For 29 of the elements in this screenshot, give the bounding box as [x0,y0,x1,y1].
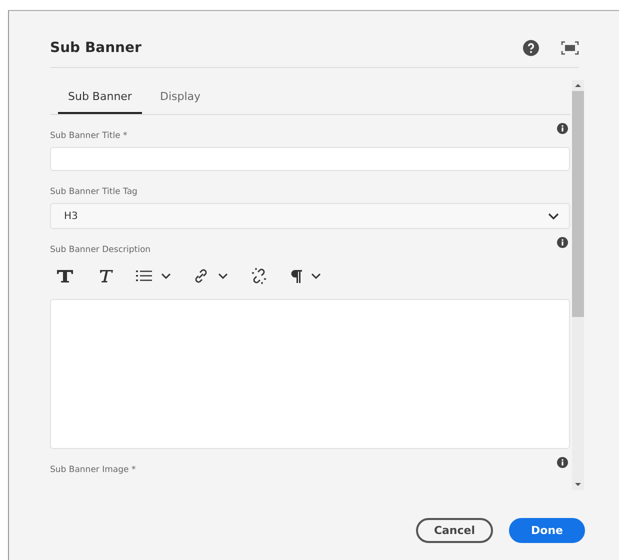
done-button[interactable]: Done [509,518,585,543]
scrollbar-thumb[interactable] [572,91,584,317]
paragraph-icon[interactable] [290,268,302,284]
field-label: Sub Banner Title Tag [50,187,138,197]
chevron-down-icon[interactable] [311,272,321,280]
field-label: Sub Banner Description [50,245,151,255]
cancel-button[interactable]: Cancel [416,518,494,543]
fullscreen-icon[interactable] [561,41,579,55]
scrollbar[interactable] [572,80,584,490]
dialog-title: Sub Banner [50,40,142,56]
field-label: Sub Banner Title * [50,131,128,141]
chevron-down-icon[interactable] [161,272,171,280]
info-icon[interactable] [557,123,568,134]
info-icon[interactable] [557,457,568,468]
bold-icon[interactable] [56,269,74,283]
link-icon[interactable] [193,268,209,284]
field-label: Sub Banner Image * [50,465,136,475]
chevron-down-icon [548,212,559,220]
title-input-field[interactable] [50,147,570,171]
scroll-up-icon[interactable] [574,83,582,88]
tab[interactable]: Sub Banner [58,90,142,114]
help-icon[interactable] [523,40,539,56]
tab[interactable]: Display [150,90,211,114]
chevron-down-icon[interactable] [218,272,228,280]
unlink-icon[interactable] [250,267,268,285]
list-icon[interactable] [136,270,152,282]
scroll-down-icon[interactable] [574,482,582,487]
tag-dropdown[interactable]: H3 [50,203,570,229]
info-icon[interactable] [557,237,568,248]
